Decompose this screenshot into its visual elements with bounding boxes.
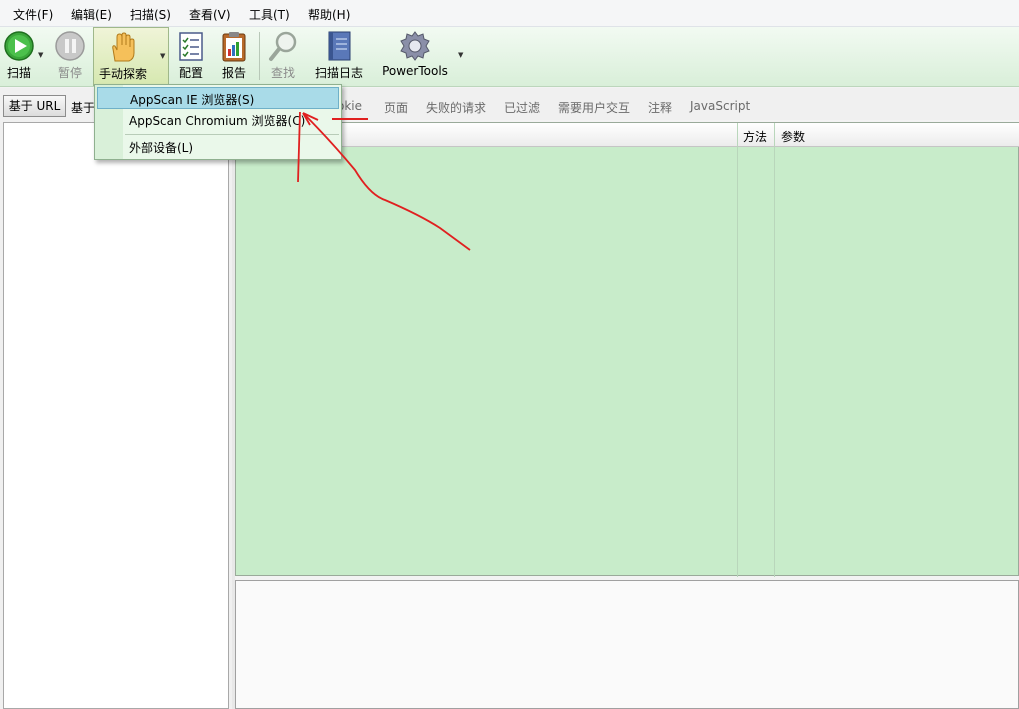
menu-view[interactable]: 查看(V) (189, 6, 231, 23)
config-button[interactable]: 配置 (174, 27, 208, 85)
find-label: 查找 (270, 66, 295, 80)
manual-explore-menu: AppScan IE 浏览器(S) AppScan Chromium 浏览器(C… (94, 84, 342, 160)
scan-dropdown-arrow[interactable]: ▼ (38, 51, 43, 59)
column-parameters[interactable]: 参数 (781, 128, 805, 145)
menu-bar: 文件(F) 编辑(E) 扫描(S) 查看(V) 工具(T) 帮助(H) (0, 0, 1019, 27)
result-tabs: okie 页面 失败的请求 已过滤 需要用户交互 注释 JavaScript (235, 88, 1019, 120)
config-label: 配置 (178, 66, 203, 80)
grid-header: 方法 参数 (236, 123, 1019, 147)
tab-pages[interactable]: 页面 (384, 99, 408, 116)
manual-explore-button[interactable]: 手动探索 ▼ (93, 27, 169, 86)
menu-item-label: AppScan Chromium 浏览器(C) (129, 114, 306, 128)
menu-help[interactable]: 帮助(H) (308, 6, 350, 23)
tab-failed-requests[interactable]: 失败的请求 (426, 99, 486, 116)
play-icon (3, 30, 35, 62)
scan-label: 扫描 (6, 66, 31, 80)
tab-filtered[interactable]: 已过滤 (504, 99, 540, 116)
toolbar-overflow-arrow[interactable]: ▼ (458, 51, 463, 59)
find-button[interactable]: 查找 (266, 27, 300, 85)
grid-column-line (737, 123, 738, 577)
gear-icon (399, 30, 431, 62)
pause-icon (54, 30, 86, 62)
menu-item-appscan-ie[interactable]: AppScan IE 浏览器(S) (97, 87, 339, 109)
scan-log-label: 扫描日志 (314, 66, 363, 80)
annotation-underline (332, 118, 368, 120)
scan-log-button[interactable]: 扫描日志 (310, 27, 368, 85)
config-checklist-icon (175, 30, 207, 62)
pause-label: 暂停 (57, 66, 82, 80)
menu-item-appscan-chromium[interactable]: AppScan Chromium 浏览器(C) (97, 109, 339, 131)
report-button[interactable]: 报告 (217, 27, 251, 85)
menu-item-label: 外部设备(L) (129, 141, 194, 155)
tab-comments[interactable]: 注释 (648, 99, 672, 116)
hand-icon (105, 31, 137, 63)
powertools-button[interactable]: PowerTools (378, 27, 452, 85)
menu-edit[interactable]: 编辑(E) (71, 6, 112, 23)
grid-column-line (774, 123, 775, 577)
menu-item-label: AppScan IE 浏览器(S) (130, 93, 255, 107)
menu-file[interactable]: 文件(F) (13, 6, 53, 23)
content-based-tab[interactable]: 基于 (71, 99, 95, 116)
menu-item-external-device[interactable]: 外部设备(L) (97, 136, 339, 158)
results-grid[interactable]: 方法 参数 (235, 122, 1019, 577)
menu-separator (125, 134, 339, 135)
log-book-icon (323, 30, 355, 62)
detail-pane (235, 580, 1019, 709)
toolbar-separator (259, 32, 260, 80)
pause-button[interactable]: 暂停 (53, 27, 87, 85)
menu-scan[interactable]: 扫描(S) (130, 6, 171, 23)
application-tree[interactable] (3, 122, 229, 709)
report-clipboard-icon (218, 30, 250, 62)
powertools-label: PowerTools (382, 64, 448, 78)
magnifier-icon (267, 30, 299, 62)
tab-requires-interaction[interactable]: 需要用户交互 (558, 99, 630, 116)
tab-javascript[interactable]: JavaScript (690, 99, 750, 113)
manual-explore-label: 手动探索 (98, 67, 147, 81)
manual-explore-dropdown-arrow[interactable]: ▼ (160, 52, 165, 60)
left-pane: 基于 URL 基于 (0, 88, 232, 709)
scan-button[interactable]: 扫描 (2, 27, 36, 85)
menu-tools[interactable]: 工具(T) (249, 6, 290, 23)
column-method[interactable]: 方法 (743, 128, 767, 145)
toolbar: 扫描 ▼ 暂停 手动探索 ▼ 配置 报告 查找 扫描日志 PowerTools … (0, 27, 1019, 87)
url-based-tab[interactable]: 基于 URL (3, 95, 66, 117)
report-label: 报告 (221, 66, 246, 80)
